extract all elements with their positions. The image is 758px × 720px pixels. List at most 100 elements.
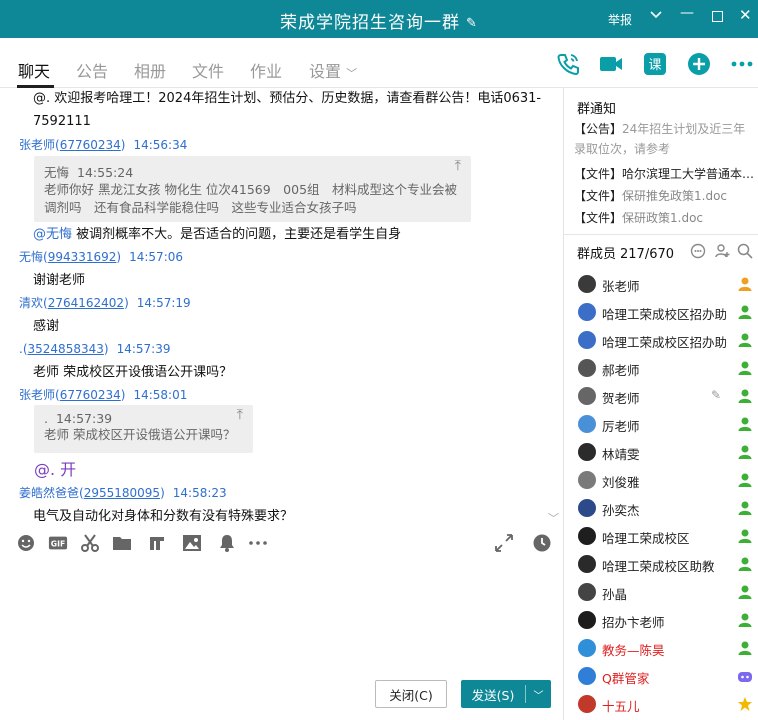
search-member-icon[interactable] [737,243,753,259]
notice-announcement-cont[interactable]: 录取位次，请参考 [574,140,756,157]
avatar[interactable] [578,555,596,573]
member-name[interactable]: 张老师 [602,276,726,295]
member-row[interactable]: 林靖雯 [564,439,758,467]
gif-icon[interactable]: GIF [47,533,69,553]
sender-name[interactable]: 张老师 [19,138,55,152]
jump-to-original-icon[interactable]: ⤒ [237,407,243,423]
member-row[interactable]: Q群管家 [564,663,758,691]
folder-icon[interactable] [112,533,132,553]
message-input[interactable] [10,568,550,668]
tab-chat[interactable]: 聊天 [18,58,50,82]
member-row[interactable]: 哈理工荣成校区招办助教 [564,327,758,355]
member-row[interactable]: 刘俊雅 [564,467,758,495]
minimize-button[interactable]: — [680,5,694,21]
member-name[interactable]: 孙晶 [602,584,726,603]
avatar[interactable] [578,303,596,321]
avatar[interactable] [578,611,596,629]
member-chat-icon[interactable] [690,243,706,259]
member-name[interactable]: 贺老师 [602,388,726,407]
member-row[interactable]: 招办卞老师 [564,607,758,635]
report-button[interactable]: 举报 [608,11,632,28]
phone-call-icon[interactable] [555,51,581,77]
member-name[interactable]: 郝老师 [602,360,726,379]
more-options-icon[interactable] [729,51,755,77]
avatar[interactable] [578,415,596,433]
avatar[interactable] [578,527,596,545]
sender-name[interactable]: 无悔 [19,250,43,264]
member-row[interactable]: 孙奕杰 [564,495,758,523]
member-row[interactable]: 哈理工荣成校区助教 [564,551,758,579]
member-name[interactable]: 教务—陈昊 [602,640,726,659]
music-icon[interactable] [147,533,167,553]
sender-name[interactable]: 清欢 [19,296,43,310]
notice-file[interactable]: 【文件】保研推免政策1.doc [574,187,756,204]
notice-file[interactable]: 【文件】保研政策1.doc [574,209,756,226]
close-button[interactable]: 关闭(C) [375,680,447,708]
member-row[interactable]: 十五儿 [564,691,758,719]
class-icon[interactable]: 课 [642,51,668,77]
notice-announcement[interactable]: 【公告】24年招生计划及近三年 [574,120,756,137]
sender-qq[interactable]: 67760234 [60,138,121,152]
member-name[interactable]: 孙奕杰 [602,500,726,519]
close-window-button[interactable]: ✕ [739,6,752,24]
maximize-button[interactable] [712,11,723,22]
avatar[interactable] [578,359,596,377]
member-name[interactable]: 厉老师 [602,416,726,435]
avatar[interactable] [578,667,596,685]
member-name[interactable]: Q群管家 [602,668,726,687]
image-icon[interactable] [182,533,202,553]
dropdown-icon[interactable] [649,8,663,25]
member-name[interactable]: 哈理工荣成校区助教 [602,556,726,575]
avatar[interactable] [578,331,596,349]
sender-qq[interactable]: 67760234 [60,388,121,402]
sender-qq[interactable]: 2955180095 [84,486,160,500]
add-icon[interactable] [686,51,712,77]
add-member-icon[interactable] [714,243,730,259]
member-row[interactable]: 哈理工荣成校区招办助教 [564,299,758,327]
sender-name[interactable]: 张老师 [19,388,55,402]
sender-qq[interactable]: 994331692 [48,250,117,264]
jump-to-original-icon[interactable]: ⤒ [455,158,461,174]
tab-files[interactable]: 文件 [192,58,224,82]
bell-icon[interactable] [217,533,237,553]
quoted-message[interactable]: 无悔 14:55:24 老师你好 黑龙江女孩 物化生 位次41569 005组 材… [34,156,471,222]
emoji-icon[interactable] [16,533,36,553]
send-options-chevron-icon[interactable]: ﹀ [526,687,551,702]
avatar[interactable] [578,443,596,461]
tab-notice[interactable]: 公告 [76,58,108,82]
history-clock-icon[interactable] [532,533,552,553]
send-label[interactable]: 发送(S) [461,685,525,704]
member-name[interactable]: 哈理工荣成校区招办助教 [602,332,726,351]
avatar[interactable] [578,639,596,657]
sender-name[interactable]: . [19,342,23,356]
member-name[interactable]: 招办卞老师 [602,612,726,631]
sender-name[interactable]: 姜皓然爸爸 [19,486,79,500]
member-row[interactable]: 郝老师 [564,355,758,383]
avatar[interactable] [578,695,596,713]
tab-settings[interactable]: 设置 ﹀ [309,58,357,82]
avatar[interactable] [578,471,596,489]
screenshot-scissors-icon[interactable] [80,533,100,553]
member-row[interactable]: 哈理工荣成校区 [564,523,758,551]
edit-icon[interactable]: ✎ [711,388,721,402]
member-name[interactable]: 十五儿 [602,696,726,715]
video-call-icon[interactable] [598,51,624,77]
mention[interactable]: @无悔 [33,227,72,242]
member-name[interactable]: 哈理工荣成校区 [602,528,726,547]
avatar[interactable] [578,387,596,405]
more-tools-icon[interactable] [248,533,268,553]
avatar[interactable] [578,499,596,517]
notice-file[interactable]: 【文件】哈尔滨理工大学普通本… [574,165,756,182]
tab-album[interactable]: 相册 [134,58,166,82]
member-row[interactable]: 厉老师 [564,411,758,439]
member-row[interactable]: 贺老师 ✎ [564,383,758,411]
sender-qq[interactable]: 3524858343 [28,342,104,356]
member-row[interactable]: 教务—陈昊 [564,635,758,663]
sender-qq[interactable]: 2764162402 [48,296,124,310]
avatar[interactable] [578,275,596,293]
member-name[interactable]: 刘俊雅 [602,472,726,491]
send-button[interactable]: 发送(S) ﹀ [461,680,551,708]
member-name[interactable]: 林靖雯 [602,444,726,463]
tab-homework[interactable]: 作业 [250,58,282,82]
member-row[interactable]: 张老师 [564,271,758,299]
